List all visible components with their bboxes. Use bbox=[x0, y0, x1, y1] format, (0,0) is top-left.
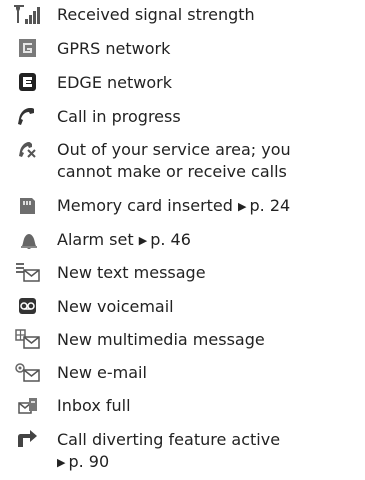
item-text: Out of your service area; you cannot make… bbox=[57, 140, 291, 181]
signal-strength-icon bbox=[12, 2, 42, 28]
call-divert-icon bbox=[12, 427, 42, 453]
memory-card-icon bbox=[12, 193, 42, 219]
item-text: Alarm set ▶ p. 46 bbox=[57, 230, 191, 249]
page-reference: ▶ p. 24 bbox=[238, 196, 291, 215]
out-of-service-icon bbox=[12, 137, 42, 163]
item-text: New e-mail bbox=[57, 363, 147, 382]
page-reference: ▶ p. 46 bbox=[138, 230, 191, 249]
inbox-full-icon bbox=[12, 393, 42, 419]
gprs-network-icon bbox=[12, 36, 42, 62]
alarm-icon bbox=[12, 227, 42, 253]
item-text: New text message bbox=[57, 263, 206, 282]
item-text: Call in progress bbox=[57, 107, 181, 126]
item-text: Call diverting feature active ▶ p. 90 bbox=[57, 429, 361, 475]
item-text: EDGE network bbox=[57, 73, 172, 92]
item-text: Inbox full bbox=[57, 396, 131, 415]
item-text: GPRS network bbox=[57, 39, 171, 58]
page-reference: ▶ p. 90 bbox=[57, 452, 110, 471]
email-icon bbox=[12, 360, 42, 386]
arrow-right-icon: ▶ bbox=[57, 456, 66, 469]
item-text: New multimedia message bbox=[57, 330, 265, 349]
arrow-right-icon: ▶ bbox=[238, 200, 247, 213]
edge-network-icon bbox=[12, 70, 42, 96]
arrow-right-icon: ▶ bbox=[138, 234, 148, 247]
text-message-icon bbox=[12, 260, 42, 286]
multimedia-message-icon bbox=[12, 327, 42, 353]
item-text: Received signal strength bbox=[57, 5, 255, 24]
call-in-progress-icon bbox=[12, 104, 42, 130]
voicemail-icon bbox=[12, 294, 42, 320]
item-text: New voicemail bbox=[57, 297, 174, 316]
item-text: Memory card inserted ▶ p. 24 bbox=[57, 196, 291, 215]
